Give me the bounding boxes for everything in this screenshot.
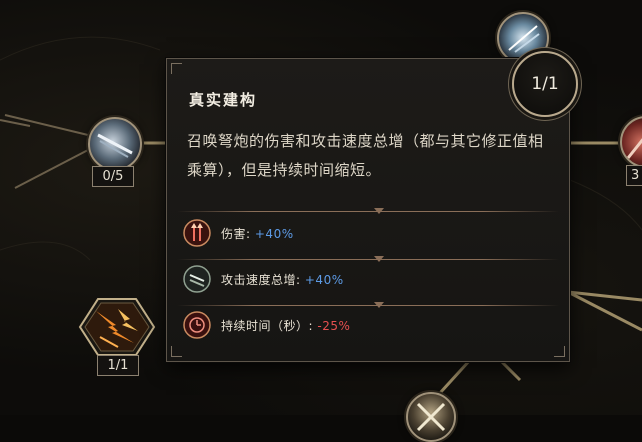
tooltip-divider [177, 208, 559, 214]
attack-speed-icon [183, 265, 211, 293]
stat-duration-value: -25% [317, 319, 351, 333]
stat-attack-speed-value: +40% [304, 273, 344, 287]
tooltip-divider [177, 302, 559, 308]
skill-node-right-count: 3 [626, 165, 642, 186]
skill-tooltip: 真实建构 1/1 召唤弩炮的伤害和攻击速度总增（都与其它修正值相乘算），但是持续… [166, 51, 578, 362]
tooltip-level-badge: 1/1 [512, 51, 578, 117]
stat-duration-label: 持续时间（秒） [221, 319, 309, 333]
skill-node-bottom[interactable] [406, 392, 456, 442]
stat-attack-speed-label: 攻击速度总增 [221, 273, 297, 287]
tooltip-title: 真实建构 [189, 91, 258, 109]
stat-damage-value: +40% [254, 227, 294, 241]
duration-icon [183, 311, 211, 339]
damage-icon [183, 219, 211, 247]
skill-node-left-count: 0/5 [92, 166, 134, 187]
stat-attack-speed-text: 攻击速度总增: +40% [221, 273, 344, 287]
crossbow-bolt-icon [97, 133, 133, 158]
stat-row-duration: 持续时间（秒）: -25% [177, 307, 559, 345]
skill-node-left[interactable] [88, 117, 142, 171]
crossed-blades-icon [416, 402, 446, 432]
stat-duration-text: 持续时间（秒）: -25% [221, 319, 351, 333]
skill-node-hex[interactable] [78, 297, 156, 357]
tooltip-divider [177, 256, 559, 262]
tooltip-description: 召唤弩炮的伤害和攻击速度总增（都与其它修正值相乘算），但是持续时间缩短。 [187, 132, 544, 179]
stat-damage-label: 伤害 [221, 227, 247, 241]
tooltip-corner [171, 346, 182, 357]
stat-row-damage: 伤害: +40% [177, 215, 559, 253]
skill-node-hex-count: 1/1 [97, 355, 139, 376]
tooltip-corner [171, 63, 182, 74]
tooltip-corner [554, 346, 565, 357]
stat-damage-text: 伤害: +40% [221, 227, 294, 241]
stat-row-attack-speed: 攻击速度总增: +40% [177, 261, 559, 299]
